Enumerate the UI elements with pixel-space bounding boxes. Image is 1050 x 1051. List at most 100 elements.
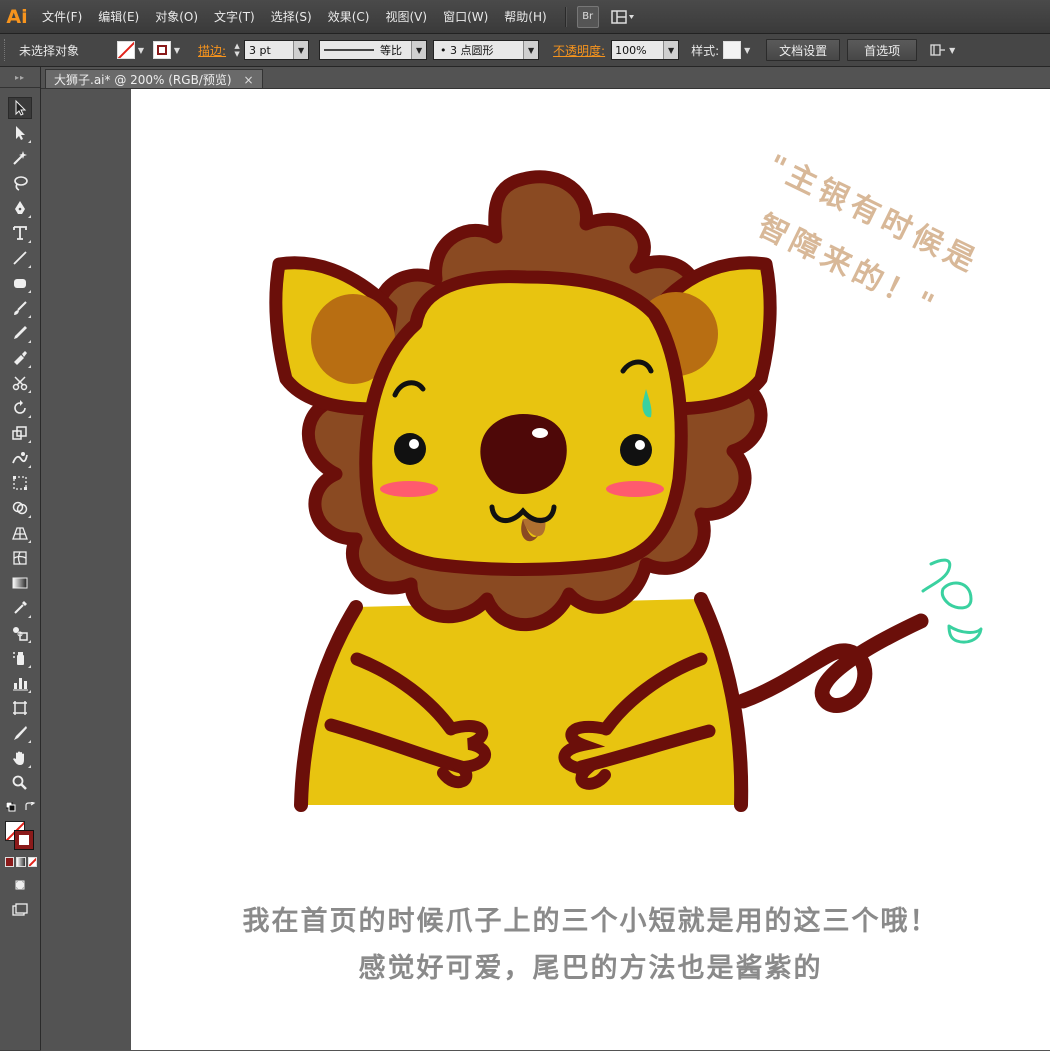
lion-nose [480,414,567,494]
hand-icon [13,751,24,765]
free-transform-tool[interactable] [8,472,32,494]
tools-panel-grip[interactable]: ▸▸ [0,67,40,88]
line-segment-tool[interactable] [8,247,32,269]
menu-object[interactable]: 对象(O) [147,0,206,33]
opacity-input[interactable]: 100% [612,44,663,57]
scissors-icon [12,376,28,391]
direct-selection-tool[interactable] [8,122,32,144]
type-tool[interactable] [8,222,32,244]
zoom-tool[interactable] [8,772,32,794]
menu-help[interactable]: 帮助(H) [496,0,554,33]
stroke-swatch-button[interactable]: ▼ [153,40,183,60]
graphic-style-button[interactable]: ▼ [723,40,753,60]
menu-bar: Ai 文件(F) 编辑(E) 对象(O) 文字(T) 选择(S) 效果(C) 视… [0,0,1050,34]
mesh-icon [13,551,27,565]
column-graph-tool[interactable] [8,672,32,694]
chevron-down-icon: ▼ [293,41,309,59]
tail-accent-strokes [921,558,983,644]
drawing-mode-button[interactable] [8,874,32,896]
menu-select[interactable]: 选择(S) [263,0,320,33]
rectangle-tool[interactable] [8,272,32,294]
document-setup-button[interactable]: 文档设置 [766,39,841,61]
lion-tail[interactable] [735,613,929,713]
opacity-panel-link[interactable]: 不透明度: [549,42,609,59]
lion-left-eye [394,433,426,465]
pencil-icon [14,326,27,339]
artboard-tool[interactable] [8,697,32,719]
selection-arrow-icon [15,99,27,116]
color-mode-icon[interactable] [5,857,15,867]
selection-status: 未选择对象 [19,43,80,58]
gradient-tool[interactable] [8,572,32,594]
lion-left-cheek [380,481,438,497]
preferences-button[interactable]: 首选项 [847,39,918,61]
opacity-dropdown[interactable]: 100% ▼ [611,40,680,60]
menu-type[interactable]: 文字(T) [206,0,263,33]
arrange-documents-button[interactable]: ▼ [930,40,958,60]
artboard-icon [13,701,27,715]
pen-tool[interactable] [8,197,32,219]
menu-effect[interactable]: 效果(C) [320,0,378,33]
shape-builder-icon [12,501,28,515]
stroke-profile-line-icon [324,49,375,51]
fill-swatch-button[interactable]: ▼ [117,40,147,60]
none-mode-icon[interactable] [27,857,37,867]
lasso-tool[interactable] [8,172,32,194]
slice-knife-icon [14,726,27,740]
stroke-weight-dropdown[interactable]: 3 pt ▼ [244,40,310,60]
perspective-grid-icon [12,527,28,540]
stroke-profile-label: 等比 [380,44,403,57]
stroke-color-icon[interactable] [14,830,34,850]
workspace-switcher-button[interactable] [609,7,637,27]
close-icon[interactable]: × [244,73,254,87]
blend-icon [13,627,28,641]
paintbrush-tool[interactable] [8,297,32,319]
blend-tool[interactable] [8,622,32,644]
chevron-down-icon: ▼ [663,41,679,59]
menu-view[interactable]: 视图(V) [377,0,435,33]
scissors-tool[interactable] [8,372,32,394]
artboard[interactable]: "主银有时候是 智障来的！" 我在首页的时候爪子上的三个小短就是用的这三个哦！ … [131,89,1050,1050]
hand-tool[interactable] [8,747,32,769]
scale-tool[interactable] [8,422,32,444]
magic-wand-tool[interactable] [8,147,32,169]
document-tab[interactable]: 大狮子.ai* @ 200% (RGB/预览) × [45,69,263,89]
swap-colors-icon[interactable] [24,802,36,812]
blob-brush-tool[interactable] [8,347,32,369]
gradient-mode-icon[interactable] [16,857,26,867]
style-label: 样式: [691,43,720,58]
stroke-weight-stepper[interactable]: ▲ ▼ [230,40,244,60]
warp-tool[interactable] [8,447,32,469]
chevron-down-icon: ▼ [744,45,751,55]
menu-file[interactable]: 文件(F) [34,0,90,33]
document-tab-title: 大狮子.ai* @ 200% (RGB/预览) [54,73,232,87]
mesh-tool[interactable] [8,547,32,569]
control-bar-grip[interactable] [4,39,9,61]
direct-selection-arrow-icon [16,126,25,140]
perspective-grid-tool[interactable] [8,522,32,544]
screen-mode-button[interactable] [8,899,32,921]
scale-icon [12,426,27,440]
rotate-tool[interactable] [8,397,32,419]
brush-definition-dropdown[interactable]: • 3 点圆形 ▼ [433,40,540,60]
chevron-down-icon: ▼ [173,45,181,55]
shape-builder-tool[interactable] [8,497,32,519]
eyedropper-tool[interactable] [8,597,32,619]
selection-tool[interactable] [8,97,32,119]
menu-edit[interactable]: 编辑(E) [90,0,147,33]
screen-mode-icon [12,903,28,916]
stroke-weight-input[interactable]: 3 pt [245,41,294,59]
arrow-up-icon: ▲ [234,42,240,50]
lasso-icon [14,176,28,191]
blob-brush-icon [14,351,27,365]
default-colors-icon[interactable] [6,802,16,812]
stroke-panel-link[interactable]: 描边: [194,42,230,59]
pencil-tool[interactable] [8,322,32,344]
type-t-icon [13,226,27,240]
bridge-button[interactable]: Br [576,5,599,28]
slice-tool[interactable] [8,722,32,744]
tools-panel: ▸▸ [0,67,41,1050]
menu-window[interactable]: 窗口(W) [435,0,496,33]
symbol-sprayer-tool[interactable] [8,647,32,669]
stroke-profile-dropdown[interactable]: 等比 ▼ [319,40,428,60]
